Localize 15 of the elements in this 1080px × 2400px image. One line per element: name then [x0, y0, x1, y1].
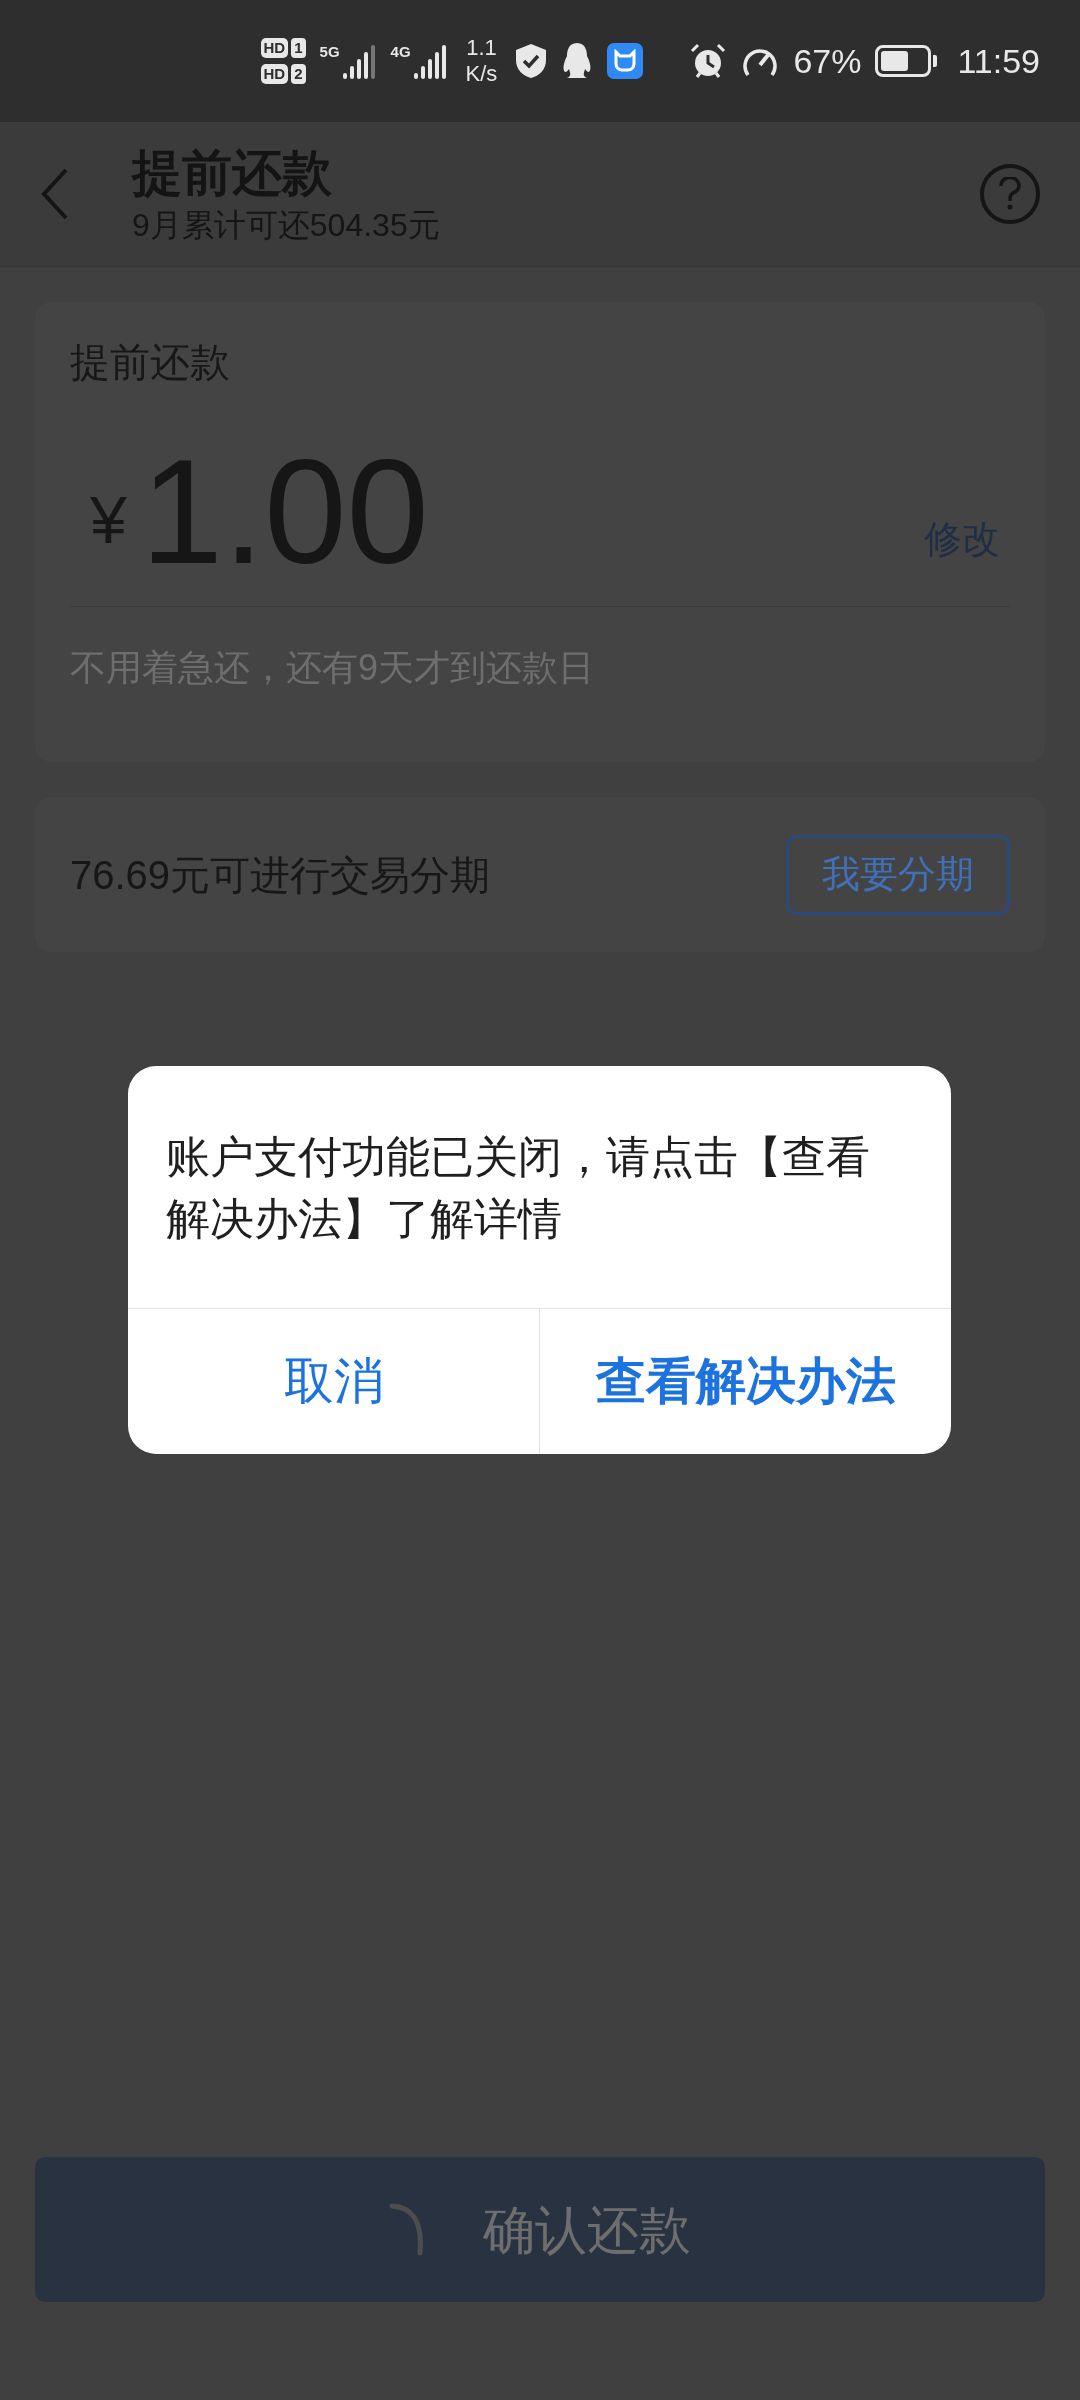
battery-percent: 67%	[793, 40, 862, 82]
confirm-button[interactable]: 确认还款	[35, 2157, 1045, 2302]
currency-symbol: ¥	[90, 482, 127, 559]
clock: 11:59	[957, 40, 1040, 82]
back-icon[interactable]	[40, 167, 70, 221]
help-icon[interactable]	[980, 164, 1040, 224]
network-speed: 1.1 K/s	[464, 35, 499, 87]
shield-check-icon	[515, 43, 548, 79]
alarm-icon	[689, 42, 728, 80]
dialog-message: 账户支付功能已关闭，请点击【查看解决办法】了解详情	[165, 1131, 871, 1245]
dialog-button[interactable]: 查看解决办法	[539, 1309, 951, 1454]
dialog-button[interactable]: 取消	[128, 1309, 539, 1454]
app-icon	[607, 43, 644, 79]
installment-button[interactable]: 我要分期	[786, 834, 1010, 915]
battery-icon	[875, 45, 938, 77]
